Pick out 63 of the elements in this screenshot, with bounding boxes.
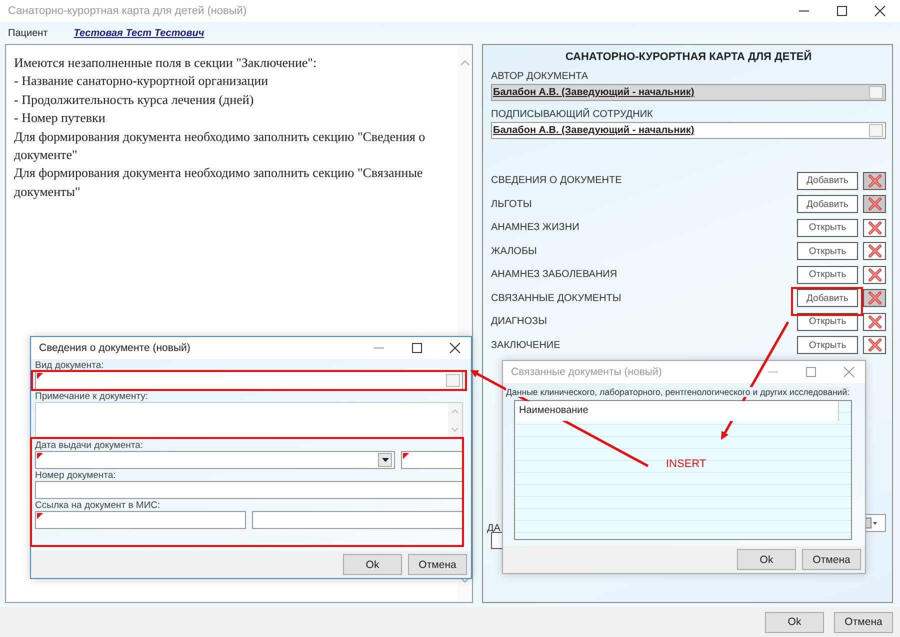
list-caption: Данные клинического, лабораторного, рентгенологического и других исследований: [506, 387, 850, 397]
input-field[interactable] [35, 511, 246, 529]
section-label: ЖАЛОБЫ [491, 246, 538, 257]
section-label: ДИАГНОЗЫ [491, 316, 548, 328]
dialog-title: Связанные документы (новый) [511, 366, 662, 378]
input-field[interactable] [491, 532, 503, 549]
maximize-icon[interactable] [836, 5, 848, 17]
cancel-button[interactable]: Отмена [802, 549, 861, 570]
cancel-button[interactable]: Отмена [834, 612, 893, 632]
delete-button[interactable] [863, 242, 886, 260]
employee-field[interactable]: Балабон А.В. (Заведующий - начальник) [491, 122, 886, 139]
scroll-down-icon[interactable] [460, 577, 470, 584]
field-label: Вид документа: [35, 360, 104, 371]
field-label: ПОДПИСЫВАЮЩИЙ СОТРУДНИК [491, 109, 654, 120]
message-line: - Номер путевки [14, 109, 106, 128]
message-line: Имеются незаполненные поля в секции "Заключение": [14, 54, 318, 72]
input-field[interactable] [252, 511, 463, 529]
field-label: Примечание к документу: [35, 391, 148, 402]
ok-button[interactable]: Ok [343, 554, 402, 575]
section-button[interactable]: Добавить [797, 195, 858, 214]
field-label: Номер документа: [35, 470, 116, 481]
section-button[interactable]: Открыть [797, 242, 858, 260]
ok-button[interactable]: Ok [765, 612, 824, 632]
message-line: Для формирования документа необходимо заполнить секцию "Сведения о документе" [14, 128, 426, 164]
delete-button[interactable] [863, 336, 886, 354]
section-button[interactable]: Открыть [797, 266, 858, 284]
annotation-label: INSERT [666, 458, 706, 470]
close-icon[interactable] [449, 342, 461, 354]
message-line: - Продолжительность курса лечения (дней) [14, 90, 255, 109]
input-field[interactable] [35, 481, 463, 499]
section-label: ЗАКЛЮЧЕНИЕ [491, 340, 562, 351]
section-button[interactable]: Добавить [797, 172, 858, 190]
field-label: Дата выдачи документа: [35, 440, 144, 451]
delete-button[interactable] [863, 266, 886, 284]
section-label: ЛЬГОТЫ [491, 198, 533, 210]
delete-button[interactable] [863, 218, 886, 237]
ok-button[interactable]: Ok [737, 549, 796, 570]
input-field[interactable] [35, 451, 395, 469]
section-button[interactable]: Добавить [797, 289, 858, 308]
section-button[interactable]: Открыть [797, 336, 858, 354]
section-label: СВЕДЕНИЯ О ДОКУМЕНТЕ [491, 175, 623, 186]
patient-link[interactable]: Тестовая Тест Тестович [74, 28, 204, 38]
section-button[interactable]: Открыть [797, 218, 858, 237]
highlight-frame [791, 287, 863, 316]
section-label: АНАМНЕЗ ЖИЗНИ [491, 222, 580, 234]
field-label: Ссылка на документ в МИС: [35, 500, 160, 511]
maximize-icon[interactable] [411, 342, 423, 354]
field-label: АВТОР ДОКУМЕНТА [491, 71, 590, 82]
section-label: АНАМНЕЗ ЗАБОЛЕВАНИЯ [491, 269, 618, 280]
close-icon[interactable] [874, 5, 886, 17]
dialog-title: Сведения о документе (новый) [39, 342, 190, 354]
delete-button[interactable] [863, 312, 886, 331]
dropdown-icon[interactable] [378, 453, 392, 467]
card-heading: САНАТОРНО-КУРОРТНАЯ КАРТА ДЛЯ ДЕТЕЙ [564, 49, 813, 65]
message-line: - Название санаторно-курортной организации [14, 72, 270, 90]
field-label: ДА [487, 523, 500, 534]
message-line: Для формирования документа необходимо заполнить секцию "Связанные документы" [14, 164, 424, 201]
column-header[interactable]: Наименование [515, 401, 839, 421]
cancel-button[interactable]: Отмена [408, 554, 467, 575]
section-label: СВЯЗАННЫЕ ДОКУМЕНТЫ [491, 292, 622, 304]
window-title: Санаторно-курортная карта для детей (новый) [8, 5, 247, 17]
patient-label: Пациент [8, 28, 48, 38]
input-field[interactable] [401, 451, 463, 469]
